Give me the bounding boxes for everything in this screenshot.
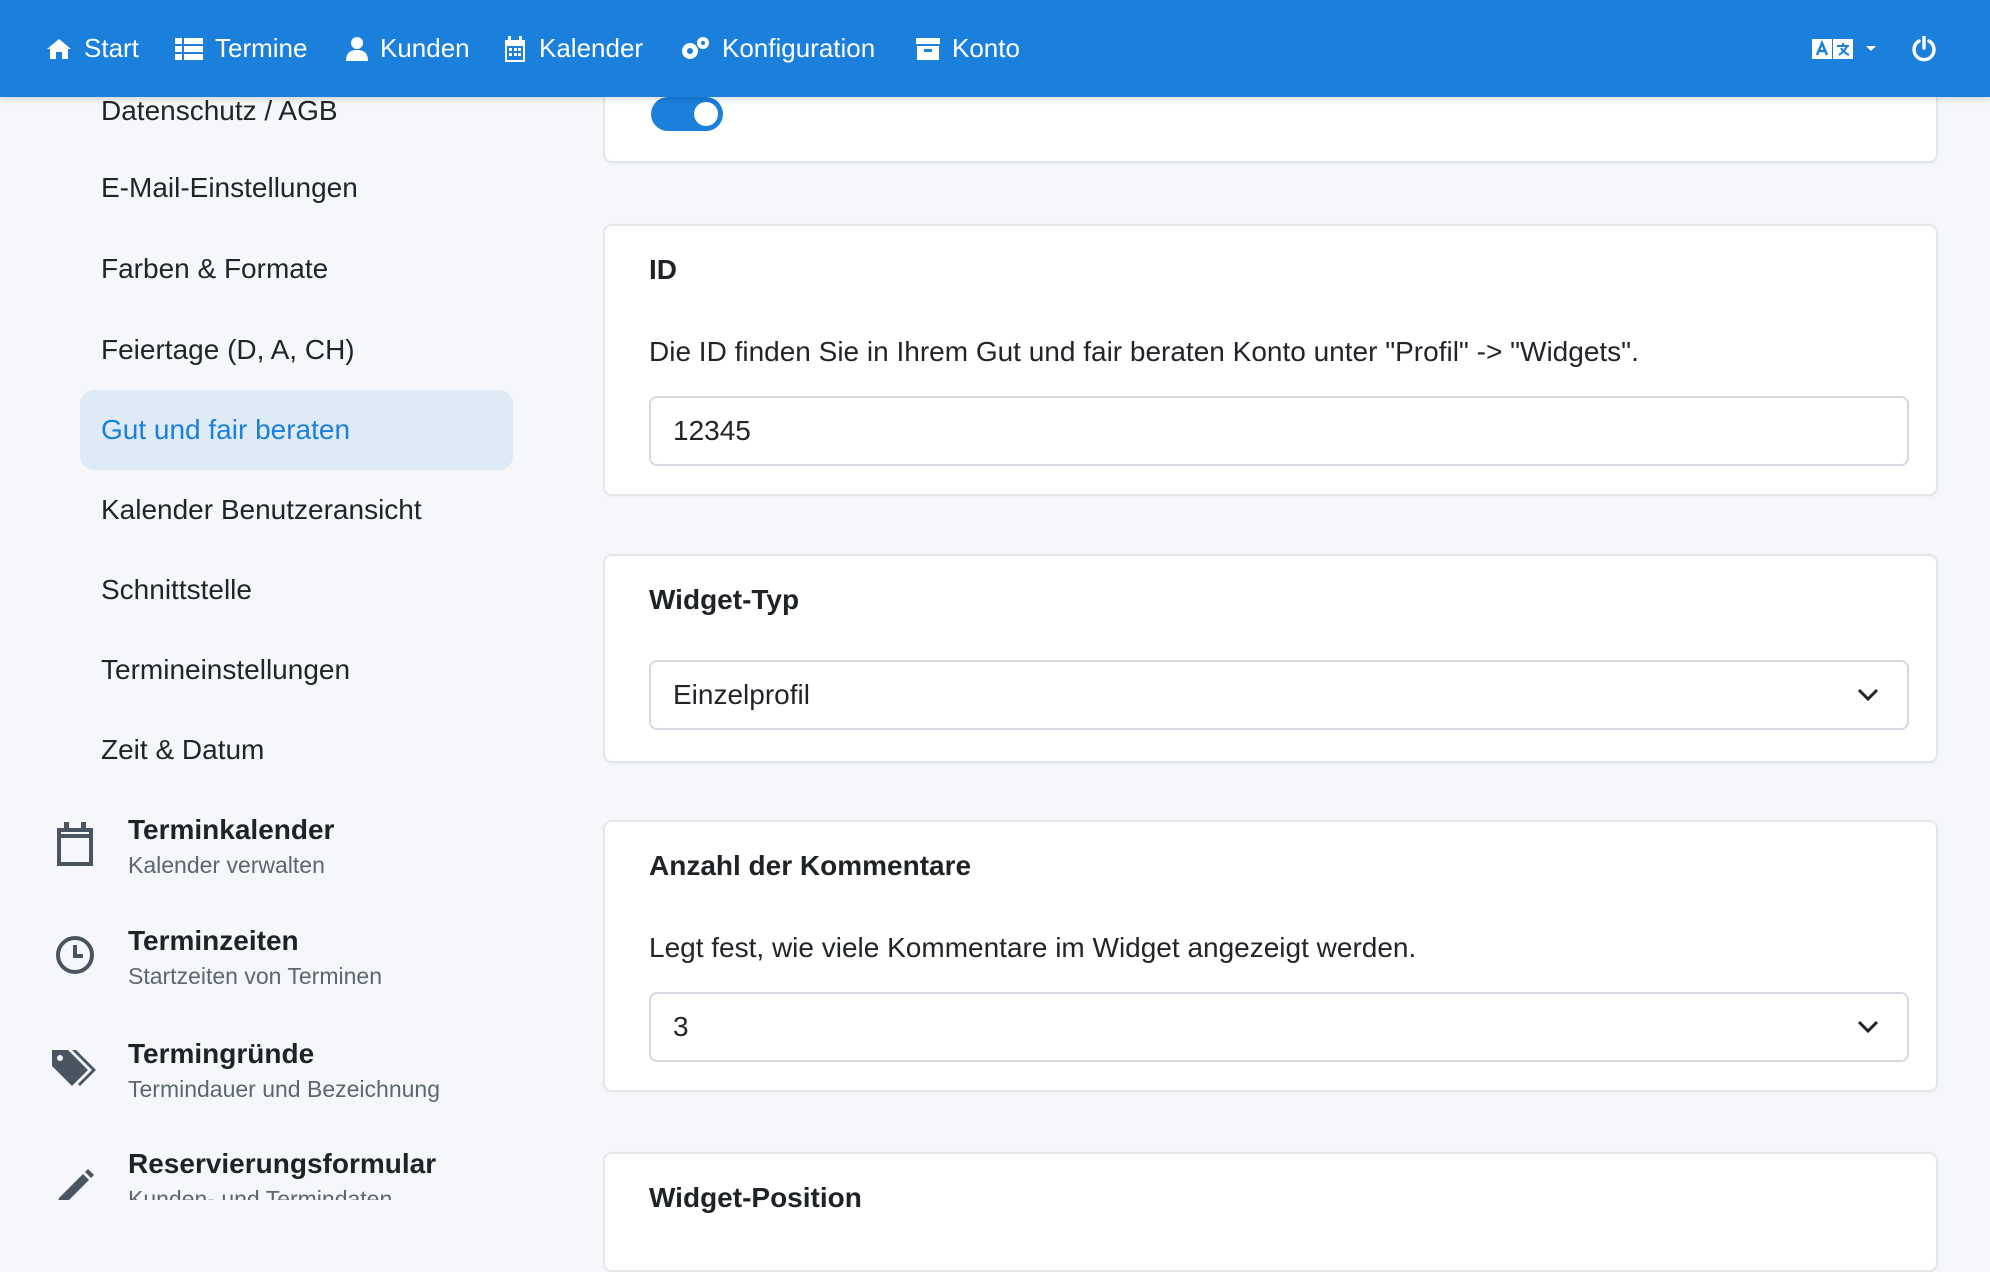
id-card: ID Die ID finden Sie in Ihrem Gut und fa… — [603, 224, 1938, 496]
calendar-icon — [505, 35, 525, 62]
sidebar-item-label: Gut und fair beraten — [101, 414, 351, 445]
sidebar-item-label: Zeit & Datum — [101, 734, 265, 765]
pencil-icon — [50, 1158, 100, 1200]
comments-card-title: Anzahl der Kommentare — [649, 850, 972, 881]
comments-count-value: 3 — [673, 1011, 689, 1042]
sidebar-section-termingruende[interactable]: Termingründe Termindauer und Bezeichnung — [50, 1038, 530, 1128]
archive-icon — [916, 37, 940, 60]
translate-icon — [1812, 38, 1853, 59]
sidebar-item-label: Farben & Formate — [101, 253, 329, 284]
section-title: Termingründe — [128, 1038, 315, 1069]
comments-card-description: Legt fest, wie viele Kommentare im Widge… — [649, 932, 1417, 963]
nav-konfiguration[interactable]: Konfiguration — [680, 0, 875, 97]
clock-icon — [50, 925, 100, 985]
chevron-down-icon — [1857, 1020, 1879, 1034]
section-title: Reservierungsformular — [128, 1148, 437, 1179]
nav-termine-label: Termine — [215, 33, 308, 63]
section-subtitle: Kalender verwalten — [128, 852, 325, 878]
nav-konto[interactable]: Konto — [916, 0, 1020, 97]
widget-position-card: Widget-Position — [603, 1152, 1938, 1272]
caret-down-icon — [1866, 45, 1876, 51]
sidebar-item-kalender-benutzeransicht[interactable]: Kalender Benutzeransicht — [80, 470, 513, 550]
language-dropdown[interactable] — [1812, 0, 1878, 97]
tags-icon — [50, 1038, 100, 1098]
sidebar-item-farben[interactable]: Farben & Formate — [80, 229, 513, 309]
nav-konto-label: Konto — [952, 33, 1020, 63]
list-icon — [175, 37, 203, 60]
sidebar-item-feiertage[interactable]: Feiertage (D, A, CH) — [80, 310, 513, 390]
calendar-outline-icon — [50, 814, 100, 874]
sidebar-item-gut-und-fair-beraten[interactable]: Gut und fair beraten — [80, 390, 513, 470]
sidebar-item-label: Datenschutz / AGB — [101, 97, 338, 126]
nav-start[interactable]: Start — [46, 0, 139, 97]
section-subtitle: Kunden- und Termindaten — [128, 1186, 393, 1200]
widget-type-title: Widget-Typ — [649, 584, 800, 615]
home-icon — [47, 38, 71, 59]
nav-konfiguration-label: Konfiguration — [722, 33, 876, 63]
sidebar-item-label: Termineinstellungen — [101, 654, 351, 685]
user-icon — [346, 36, 368, 61]
sidebar-item-termineinstellungen[interactable]: Termineinstellungen — [80, 630, 513, 710]
section-subtitle: Termindauer und Bezeichnung — [128, 1076, 440, 1102]
comments-count-select[interactable]: 3 — [649, 992, 1909, 1062]
widget-type-select[interactable]: Einzelprofil — [649, 660, 1909, 730]
sidebar-item-label: Schnittstelle — [101, 574, 252, 605]
toggle-knob — [694, 102, 718, 126]
sidebar-section-reservierungsformular[interactable]: Reservierungsformular Kunden- und Termin… — [50, 1148, 530, 1200]
sidebar-item-label: Kalender Benutzeransicht — [101, 494, 422, 525]
sidebar-section-terminzeiten[interactable]: Terminzeiten Startzeiten von Terminen — [50, 925, 530, 1015]
id-card-description: Die ID finden Sie in Ihrem Gut und fair … — [649, 336, 1639, 367]
top-navbar: Start Termine Kunden Kalender Konfigurat… — [0, 0, 1990, 97]
id-input-value: 12345 — [673, 415, 751, 446]
widget-type-value: Einzelprofil — [673, 679, 810, 710]
section-title: Terminkalender — [128, 814, 335, 845]
widget-type-card: Widget-Typ Einzelprofil — [603, 554, 1938, 763]
logout-button[interactable] — [1911, 0, 1937, 97]
sidebar-item-zeit-datum[interactable]: Zeit & Datum — [80, 710, 513, 790]
sidebar-item-schnittstelle[interactable]: Schnittstelle — [80, 550, 513, 630]
nav-kunden-label: Kunden — [380, 33, 470, 63]
section-title: Terminzeiten — [128, 925, 299, 956]
sidebar-item-datenschutz[interactable]: Datenschutz / AGB — [80, 97, 513, 151]
nav-kalender-label: Kalender — [539, 33, 644, 63]
sidebar-item-email[interactable]: E-Mail-Einstellungen — [80, 148, 513, 228]
sidebar-item-label: E-Mail-Einstellungen — [101, 172, 358, 203]
sidebar-section-terminkalender[interactable]: Terminkalender Kalender verwalten — [50, 814, 530, 904]
id-input[interactable]: 12345 — [649, 396, 1909, 466]
chevron-down-icon — [1857, 688, 1879, 702]
nav-kalender[interactable]: Kalender — [503, 0, 643, 97]
widget-position-title: Widget-Position — [649, 1182, 862, 1213]
nav-kunden[interactable]: Kunden — [346, 0, 470, 97]
settings-sidebar: Datenschutz / AGB E-Mail-Einstellungen F… — [0, 97, 560, 1200]
nav-termine[interactable]: Termine — [175, 0, 307, 97]
sidebar-item-label: Feiertage (D, A, CH) — [101, 334, 355, 365]
comments-card: Anzahl der Kommentare Legt fest, wie vie… — [603, 820, 1938, 1092]
section-subtitle: Startzeiten von Terminen — [128, 963, 382, 989]
enable-toggle[interactable] — [651, 97, 723, 131]
gears-icon — [682, 36, 709, 59]
nav-start-label: Start — [84, 33, 139, 63]
id-card-title: ID — [649, 254, 677, 285]
power-icon — [1912, 35, 1936, 61]
